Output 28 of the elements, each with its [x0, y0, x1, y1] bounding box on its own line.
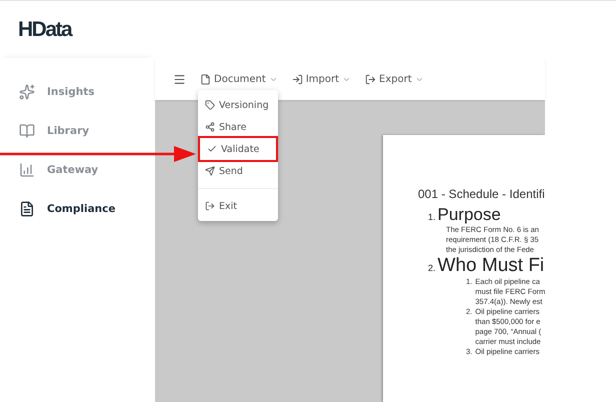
check-icon — [207, 144, 217, 154]
section-number: 2. — [428, 263, 436, 273]
send-icon — [205, 166, 215, 176]
menu-item[interactable]: Exit — [198, 195, 278, 217]
bar-chart-icon — [19, 162, 35, 178]
document-title: 001 - Schedule - Identifi — [418, 187, 545, 201]
toolbar-menu-button[interactable]: Document — [200, 74, 278, 84]
tag-icon — [205, 100, 215, 110]
import-icon — [292, 74, 303, 84]
document-icon — [200, 74, 211, 84]
sparkle-icon — [19, 84, 35, 100]
section-number: 1. — [428, 212, 436, 222]
logo: HData — [18, 18, 72, 42]
section-heading: Who Must Fil — [438, 255, 545, 277]
toolbar-menu-button[interactable]: Import — [292, 74, 352, 84]
menu-item[interactable]: Versioning — [198, 94, 278, 116]
export-icon — [365, 74, 376, 84]
exit-icon — [205, 201, 215, 211]
menu-item[interactable]: Share — [198, 116, 278, 138]
book-icon — [19, 122, 35, 138]
menu-icon[interactable] — [173, 72, 186, 86]
sidebar-item[interactable]: Compliance — [0, 189, 155, 228]
menu-item[interactable]: Send — [198, 160, 278, 182]
section-heading: Purpose — [438, 205, 501, 225]
toolbar-menu-button[interactable]: Export — [365, 74, 424, 84]
document-icon — [19, 200, 35, 216]
share-icon — [205, 122, 215, 132]
menu-item[interactable]: Validate — [200, 138, 276, 160]
